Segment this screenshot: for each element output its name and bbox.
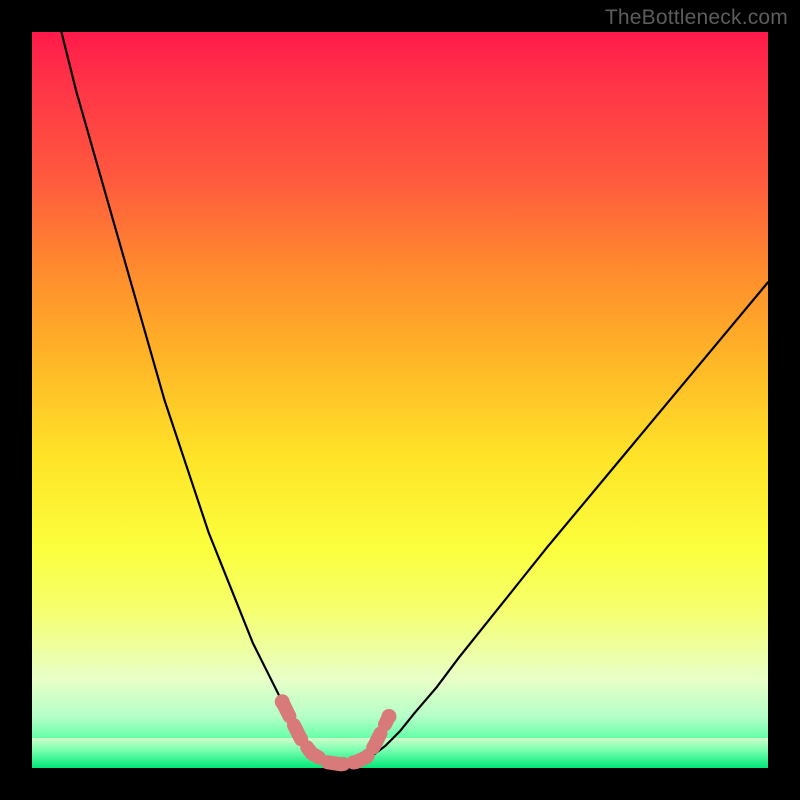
bottleneck-curve: [61, 32, 768, 764]
watermark-text: TheBottleneck.com: [605, 6, 788, 30]
valley-markers-path: [282, 702, 389, 765]
plot-area: [32, 32, 768, 768]
bottleneck-curve-path: [61, 32, 768, 764]
valley-marker-dot: [275, 694, 290, 709]
valley-marker-group: [275, 694, 397, 764]
curve-layer: [32, 32, 768, 768]
valley-marker-dot: [381, 709, 396, 724]
chart-frame: TheBottleneck.com: [0, 0, 800, 800]
